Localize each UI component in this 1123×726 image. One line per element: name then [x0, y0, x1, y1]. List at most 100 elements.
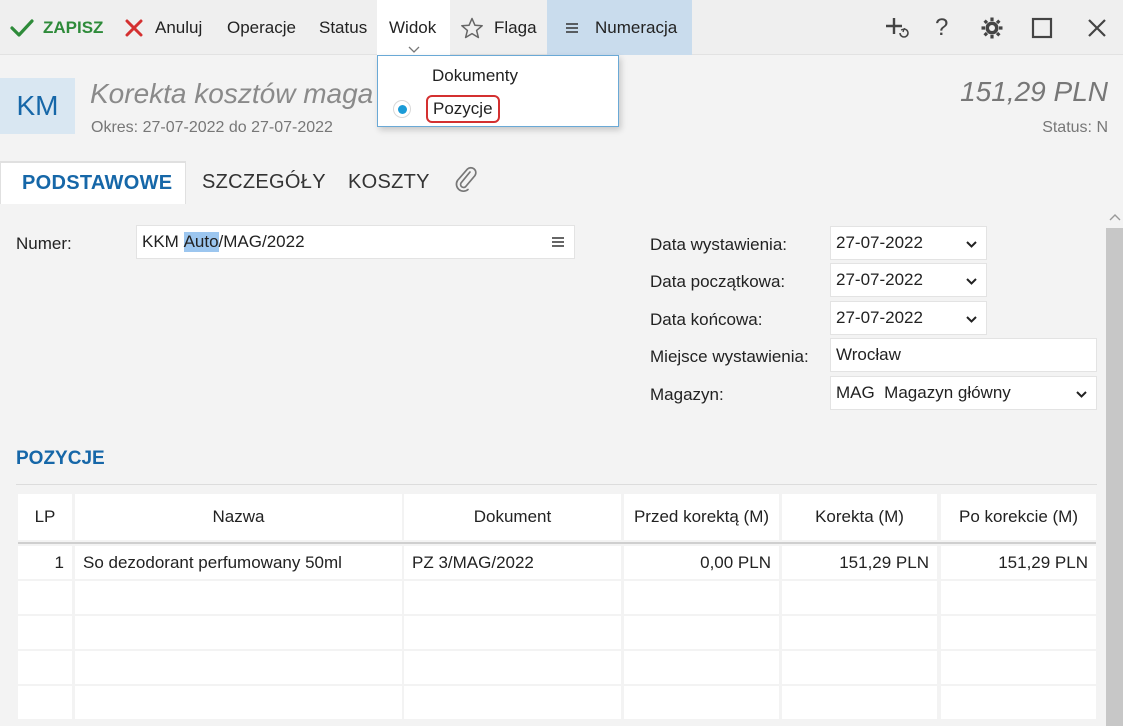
column-header-after[interactable]: Po korekcie (M) — [941, 494, 1096, 540]
cell-name: So dezodorant perfumowany 50ml — [75, 546, 402, 579]
issue-date-value: 27-07-2022 — [836, 233, 923, 252]
empty-cell — [75, 651, 402, 684]
end-date-field[interactable]: 27-07-2022 — [830, 301, 987, 335]
empty-cell — [941, 686, 1096, 719]
table-row-empty[interactable] — [18, 686, 1098, 719]
empty-cell — [782, 581, 937, 614]
number-selected-text: Auto — [183, 232, 219, 252]
question-icon: ? — [935, 13, 949, 41]
empty-cell — [75, 686, 402, 719]
empty-cell — [624, 616, 779, 649]
number-field[interactable]: KKM Auto/MAG/2022 — [136, 225, 575, 259]
operations-label: Operacje — [227, 17, 296, 37]
section-divider — [16, 484, 1097, 485]
paperclip-icon — [453, 166, 479, 200]
status-menu[interactable]: Status — [319, 0, 367, 55]
menu-item-documents[interactable]: Dokumenty — [432, 66, 518, 86]
empty-cell — [941, 581, 1096, 614]
cell-after: 151,29 PLN — [941, 546, 1096, 579]
numbering-button[interactable]: Numeracja — [547, 0, 692, 55]
empty-cell — [18, 686, 72, 719]
help-button[interactable]: ? — [935, 0, 948, 55]
start-date-label: Data początkowa: — [650, 272, 786, 291]
end-date-value: 27-07-2022 — [836, 308, 923, 327]
numbering-list-icon[interactable] — [552, 233, 564, 253]
table-row-empty[interactable] — [18, 581, 1098, 614]
empty-cell — [404, 651, 621, 684]
place-label: Miejsce wystawienia: — [650, 347, 809, 366]
empty-cell — [18, 651, 72, 684]
empty-cell — [782, 686, 937, 719]
end-date-label: Data końcowa: — [650, 310, 763, 329]
empty-cell — [404, 581, 621, 614]
document-title: Korekta kosztów maga — [90, 78, 374, 109]
close-button[interactable] — [1086, 0, 1108, 55]
warehouse-label: Magazyn: — [650, 385, 724, 404]
chevron-down-icon[interactable] — [965, 236, 978, 256]
empty-cell — [18, 616, 72, 649]
document-amount: 151,29 PLN — [960, 76, 1108, 107]
scroll-up-button[interactable] — [1106, 204, 1123, 228]
table-row-empty[interactable] — [18, 651, 1098, 684]
cancel-button[interactable]: Anuluj — [124, 0, 202, 55]
flag-label: Flaga — [494, 17, 537, 37]
view-label: Widok — [389, 17, 437, 37]
settings-button[interactable] — [980, 0, 1004, 55]
issue-date-field[interactable]: 27-07-2022 — [830, 226, 987, 260]
view-menu[interactable]: Widok — [377, 0, 450, 55]
tab-bar: PODSTAWOWE SZCZEGÓŁY KOSZTY — [0, 161, 1123, 204]
empty-cell — [18, 581, 72, 614]
chevron-down-icon — [377, 46, 450, 53]
number-suffix: /MAG/2022 — [218, 232, 305, 251]
menu-lines-icon — [565, 22, 579, 34]
flag-button[interactable]: Flaga — [460, 0, 537, 55]
table-header-row: LP Nazwa Dokument Przed korektą (M) Kore… — [18, 494, 1098, 540]
empty-cell — [782, 651, 937, 684]
column-header-name[interactable]: Nazwa — [75, 494, 402, 540]
close-window-icon — [1086, 17, 1108, 39]
table-row[interactable]: 1 So dezodorant perfumowany 50ml PZ 3/MA… — [18, 546, 1098, 579]
form-area: Numer: KKM Auto/MAG/2022 Data wystawieni… — [0, 204, 1106, 726]
operations-menu[interactable]: Operacje — [227, 0, 296, 55]
issue-date-label: Data wystawienia: — [650, 235, 788, 254]
place-value: Wrocław — [836, 345, 901, 364]
empty-cell — [404, 686, 621, 719]
close-icon — [124, 18, 144, 38]
tab-details[interactable]: SZCZEGÓŁY — [202, 161, 326, 204]
checkmark-icon — [10, 18, 34, 38]
save-button[interactable]: ZAPISZ — [10, 0, 103, 55]
add-related-button[interactable] — [884, 0, 910, 55]
start-date-value: 27-07-2022 — [836, 270, 923, 289]
column-header-correction[interactable]: Korekta (M) — [782, 494, 937, 540]
table-row-empty[interactable] — [18, 616, 1098, 649]
gear-icon — [980, 16, 1004, 40]
empty-cell — [941, 651, 1096, 684]
tab-costs[interactable]: KOSZTY — [348, 161, 430, 204]
status-label: Status — [319, 17, 368, 37]
column-header-before[interactable]: Przed korektą (M) — [624, 494, 779, 540]
tab-attachments[interactable] — [453, 161, 479, 204]
empty-cell — [75, 581, 402, 614]
maximize-icon — [1031, 17, 1053, 39]
chevron-down-icon[interactable] — [1075, 386, 1088, 406]
column-header-document[interactable]: Dokument — [404, 494, 621, 540]
chevron-up-icon — [1109, 206, 1121, 226]
document-type-badge: KM — [0, 78, 75, 134]
scrollbar-thumb[interactable] — [1106, 228, 1123, 726]
warehouse-select[interactable]: MAG Magazyn główny — [830, 376, 1097, 410]
maximize-button[interactable] — [1031, 0, 1053, 55]
toolbar: ZAPISZ Anuluj Operacje Status Widok Flag… — [0, 0, 1123, 55]
chevron-down-icon[interactable] — [965, 311, 978, 331]
column-header-lp[interactable]: LP — [18, 494, 72, 540]
place-field[interactable]: Wrocław — [830, 338, 1097, 372]
star-icon — [460, 17, 484, 39]
view-dropdown-menu: Dokumenty Pozycje — [377, 55, 619, 127]
start-date-field[interactable]: 27-07-2022 — [830, 263, 987, 297]
tab-basic[interactable]: PODSTAWOWE — [0, 161, 186, 204]
menu-item-positions[interactable]: Pozycje — [426, 95, 500, 123]
header-separator — [18, 542, 1096, 544]
chevron-down-icon[interactable] — [965, 273, 978, 293]
number-label: Numer: — [16, 234, 72, 253]
empty-cell — [404, 616, 621, 649]
document-status: Status: N — [1042, 119, 1108, 136]
